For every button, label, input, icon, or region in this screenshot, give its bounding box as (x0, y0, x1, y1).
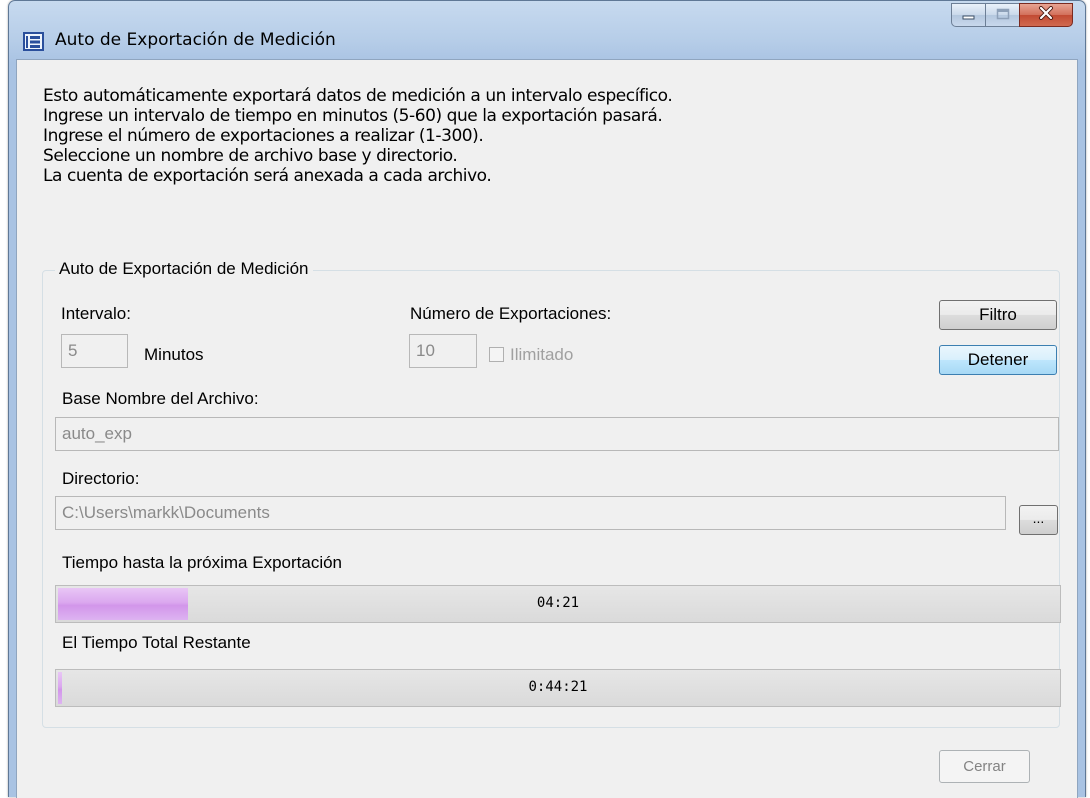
unlimited-label: Ilimitado (510, 345, 574, 364)
exports-count-input[interactable]: 10 (409, 334, 477, 368)
directory-label: Directorio: (62, 469, 140, 488)
total-remaining-progress-bar: 0:44:21 (55, 669, 1061, 707)
total-remaining-label: El Tiempo Total Restante (62, 633, 251, 652)
interval-label: Intervalo: (61, 304, 131, 323)
interval-input[interactable]: 5 (61, 334, 128, 368)
group-title: Auto de Exportación de Medición (55, 259, 313, 279)
filter-button[interactable]: Filtro (939, 300, 1057, 330)
instruction-line: La cuenta de exportación será anexada a … (43, 166, 492, 186)
maximize-icon (996, 5, 1010, 25)
next-export-label: Tiempo hasta la próxima Exportación (62, 553, 343, 572)
browse-directory-button[interactable]: ... (1019, 505, 1058, 535)
next-export-time: 04:21 (536, 595, 580, 611)
minimize-icon (962, 5, 976, 25)
instructions-text: Esto automáticamente exportará datos de … (43, 86, 673, 186)
close-icon (1038, 5, 1054, 25)
maximize-button[interactable] (985, 3, 1019, 27)
instruction-line: Esto automáticamente exportará datos de … (43, 86, 673, 106)
exports-count-label: Número de Exportaciones: (410, 304, 612, 323)
next-export-progress-bar: 04:21 (55, 585, 1061, 623)
close-window-button[interactable] (1019, 3, 1073, 27)
minutes-label: Minutos (144, 345, 204, 364)
minimize-button[interactable] (951, 3, 985, 27)
instruction-line: Ingrese un intervalo de tiempo en minuto… (43, 106, 663, 126)
dialog-body: Esto automáticamente exportará datos de … (16, 59, 1078, 798)
total-remaining-time: 0:44:21 (528, 679, 588, 695)
unlimited-checkbox[interactable] (489, 347, 504, 362)
base-filename-input[interactable]: auto_exp (55, 417, 1059, 451)
instruction-line: Seleccione un nombre de archivo base y d… (43, 146, 458, 166)
base-filename-label: Base Nombre del Archivo: (62, 389, 259, 408)
close-button[interactable]: Cerrar (939, 750, 1030, 783)
window-title: Auto de Exportación de Medición (55, 30, 336, 50)
directory-input[interactable]: C:\Users\markk\Documents (55, 496, 1006, 530)
title-bar[interactable]: Auto de Exportación de Medición (9, 1, 1085, 59)
stop-button[interactable]: Detener (939, 345, 1057, 375)
app-window-icon (23, 31, 45, 53)
dialog-window: Auto de Exportación de Medición Esto aut… (8, 0, 1086, 798)
instruction-line: Ingrese el número de exportaciones a rea… (43, 126, 484, 146)
auto-export-group: Auto de Exportación de Medición Interval… (42, 259, 1061, 728)
